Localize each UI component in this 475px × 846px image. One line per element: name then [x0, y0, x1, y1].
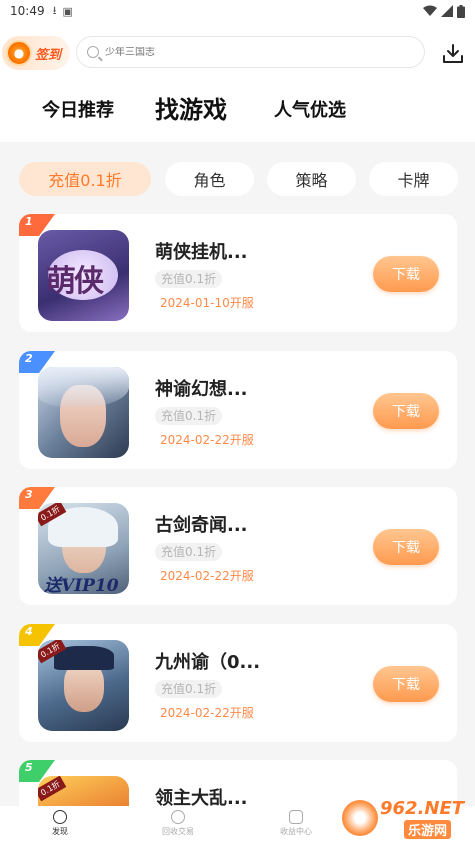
- header: ● 签到 今日推荐 找游戏 人气优选: [0, 22, 475, 142]
- game-icon-text: 萌侠: [46, 264, 104, 299]
- nav-recycle-trade-label: 回收交易: [162, 827, 194, 836]
- download-button[interactable]: 下载: [373, 256, 439, 292]
- signin-button[interactable]: ● 签到: [2, 36, 70, 70]
- watermark-sub: 乐游网: [404, 820, 452, 839]
- rank-number: 1: [25, 215, 33, 228]
- rank-number: 5: [25, 761, 33, 774]
- rank-number: 3: [25, 488, 33, 501]
- download-button[interactable]: 下载: [373, 393, 439, 429]
- category-chips: 充值0.1折 角色 策略 卡牌: [0, 162, 475, 198]
- game-name: 古剑奇闻...: [155, 515, 248, 536]
- game-name: 九州谕（0...: [155, 652, 261, 673]
- open-date: 2024-02-22开服: [160, 433, 254, 447]
- game-card[interactable]: 3 0.1折 送VIP10 古剑奇闻... 充值0.1折 2024-02-22开…: [19, 487, 457, 605]
- game-icon-text: 送VIP10: [44, 576, 119, 594]
- rank-number: 4: [25, 625, 33, 638]
- tab-find-games[interactable]: 找游戏: [155, 90, 227, 125]
- tab-popular-picks[interactable]: 人气优选: [274, 96, 346, 122]
- watermark-text: 962.NET: [380, 798, 465, 819]
- wifi-icon: [423, 5, 437, 16]
- tab-today-recommend[interactable]: 今日推荐: [42, 96, 114, 122]
- download-icon[interactable]: [441, 42, 465, 66]
- game-icon-badge: 0.1折: [38, 776, 67, 802]
- open-date: 2024-02-22开服: [160, 569, 254, 583]
- game-card[interactable]: 1 萌侠 萌侠挂机... 充值0.1折 2024-01-10开服 下载: [19, 214, 457, 332]
- gamepad-icon: [289, 810, 303, 824]
- search-bar[interactable]: [76, 36, 425, 68]
- nav-recycle-trade[interactable]: 回收交易: [138, 810, 218, 837]
- download-notification-icon: ⭳: [52, 3, 57, 17]
- chip-card[interactable]: 卡牌: [369, 162, 458, 196]
- chip-role[interactable]: 角色: [165, 162, 254, 196]
- nav-discover[interactable]: 发现: [20, 810, 100, 837]
- rank-number: 2: [25, 352, 33, 365]
- chip-strategy[interactable]: 策略: [267, 162, 356, 196]
- discount-badge: 充值0.1折: [155, 543, 223, 561]
- game-icon[interactable]: 0.1折: [38, 640, 129, 731]
- top-tabs: 今日推荐 找游戏 人气优选: [0, 86, 475, 130]
- status-time: 10:49: [10, 4, 45, 18]
- game-card[interactable]: 2 神谕幻想... 充值0.1折 2024-02-22开服 下载: [19, 351, 457, 469]
- nav-earnings-center-label: 收益中心: [280, 827, 312, 836]
- game-card[interactable]: 4 0.1折 九州谕（0... 充值0.1折 2024-02-22开服 下载: [19, 624, 457, 742]
- game-name: 神谕幻想...: [155, 379, 248, 400]
- discount-badge: 充值0.1折: [155, 407, 223, 425]
- nav-discover-label: 发现: [52, 827, 68, 836]
- download-button[interactable]: 下载: [373, 529, 439, 565]
- open-date: 2024-01-10开服: [160, 296, 254, 310]
- game-icon[interactable]: 0.1折 送VIP10: [38, 503, 129, 594]
- discount-badge: 充值0.1折: [155, 680, 223, 698]
- app-notification-icon: ▣: [62, 4, 73, 18]
- game-icon[interactable]: 萌侠: [38, 230, 129, 321]
- search-input[interactable]: [105, 46, 385, 58]
- open-date: 2024-02-22开服: [160, 706, 254, 720]
- watermark: 962.NET 乐游网: [338, 798, 470, 842]
- search-icon: [87, 46, 99, 58]
- game-name: 萌侠挂机...: [155, 242, 248, 263]
- status-indicators: [423, 4, 465, 18]
- signal-icon: [441, 5, 453, 17]
- discount-badge: 充值0.1折: [155, 270, 223, 288]
- signin-label: 签到: [35, 47, 62, 63]
- status-bar: 10:49 ⭳ ▣: [0, 0, 475, 22]
- nav-earnings-center[interactable]: 收益中心: [256, 810, 336, 837]
- download-button[interactable]: 下载: [373, 666, 439, 702]
- game-icon[interactable]: [38, 367, 129, 458]
- recycle-icon: [171, 810, 185, 824]
- coin-icon: ●: [6, 40, 32, 66]
- chip-discount[interactable]: 充值0.1折: [19, 162, 151, 196]
- compass-icon: [53, 810, 67, 824]
- battery-icon: [457, 4, 465, 18]
